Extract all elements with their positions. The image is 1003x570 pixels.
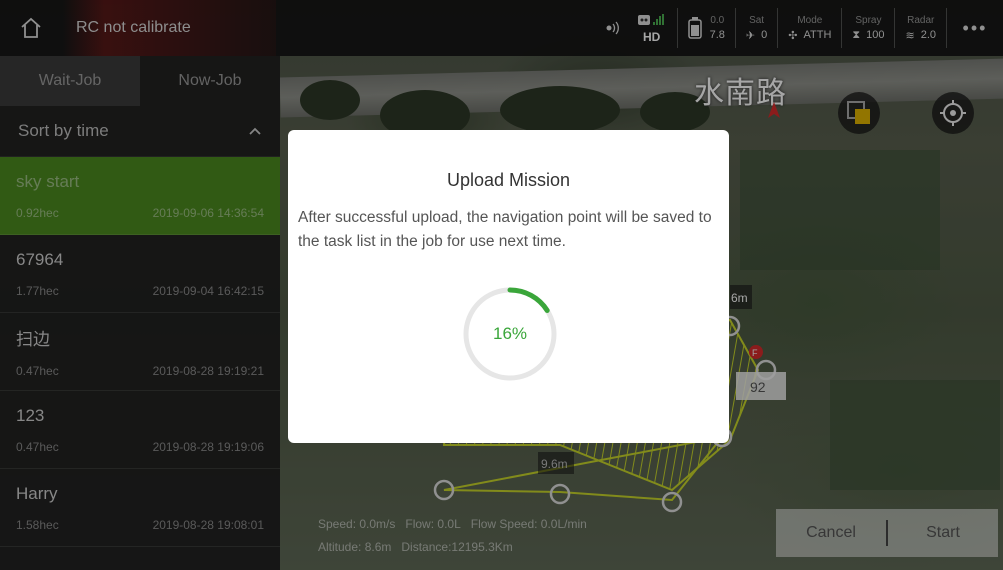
upload-dialog: Upload Mission After successful upload, … (288, 130, 729, 443)
progress-percent: 16% (492, 324, 528, 343)
upload-progress: 16% (460, 284, 560, 384)
dialog-title: Upload Mission (446, 170, 571, 190)
dialog-message: After successful upload, the navigation … (298, 209, 712, 250)
